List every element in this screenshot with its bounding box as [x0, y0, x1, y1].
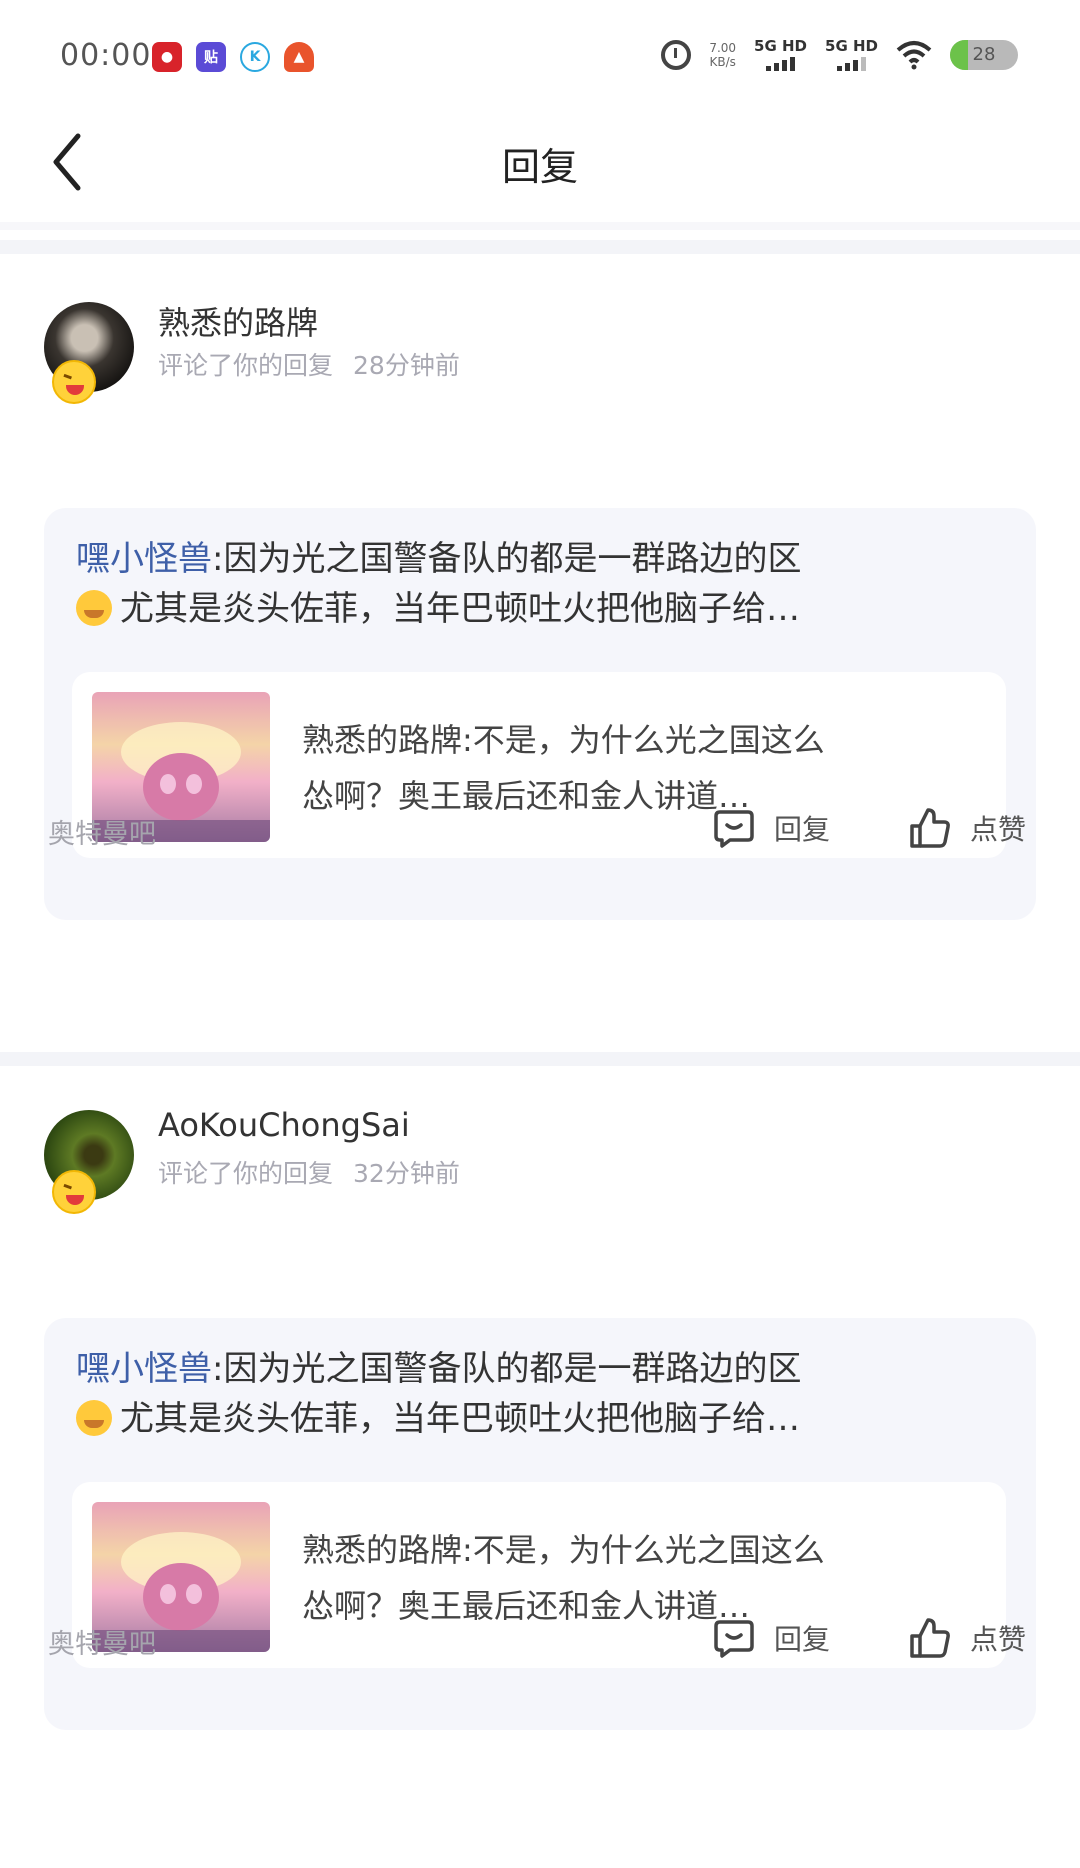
quote-author[interactable]: 嘿小怪兽 — [76, 539, 212, 579]
notification-card[interactable]: 熟悉的路牌 评论了你的回复 28分钟前 嘿小怪兽:因为光之国警备队的都是一群路边的… — [0, 254, 1080, 1050]
quote-text: 嘿小怪兽:因为光之国警备队的都是一群路边的区 尤其是炎头佐菲，当年巴顿吐火把他脑… — [76, 534, 1006, 634]
network-speed: 7.00 KB/s — [709, 41, 736, 69]
comment-meta: 评论了你的回复 32分钟前 — [158, 1154, 460, 1190]
signal-1: 5G HD — [754, 38, 807, 71]
like-label: 点赞 — [970, 1623, 1027, 1656]
page-title: 回复 — [501, 145, 578, 189]
notification-icons: ● 贴 K ▲ — [152, 42, 314, 72]
action-text: 评论了你的回复 — [158, 351, 334, 380]
like-label: 点赞 — [970, 813, 1027, 846]
username[interactable]: 熟悉的路牌 — [158, 298, 318, 344]
quote-line: :因为光之国警备队的都是一群路边的区 — [212, 1349, 802, 1389]
section-divider — [0, 240, 1080, 254]
action-text: 评论了你的回复 — [158, 1159, 334, 1188]
quote-author[interactable]: 嘿小怪兽 — [76, 1349, 212, 1389]
forum-source[interactable]: 奥特曼吧 — [48, 812, 156, 851]
network-label: 5G HD — [825, 37, 878, 55]
reply-label: 回复 — [774, 813, 831, 846]
username[interactable]: AoKouChongSai — [158, 1106, 410, 1144]
laughing-emoji-icon — [52, 1170, 96, 1214]
battery-icon: 28 — [950, 39, 1018, 70]
signal-2: 5G HD — [825, 38, 878, 71]
like-button[interactable]: 点赞 — [908, 806, 1026, 850]
quote-line: 尤其是炎头佐菲，当年巴顿吐火把他脑子给… — [120, 589, 800, 629]
comment-icon — [714, 1620, 754, 1658]
alarm-icon — [661, 39, 692, 70]
original-post-text: 熟悉的路牌:不是，为什么光之国这么 怂啊？奥王最后还和金人讲道… — [302, 1522, 962, 1634]
network-label: 5G HD — [754, 37, 808, 55]
notification-card[interactable]: AoKouChongSai 评论了你的回复 32分钟前 嘿小怪兽:因为光之国警备队… — [0, 1066, 1080, 1862]
thumbs-up-icon — [910, 808, 950, 848]
thumbs-up-icon — [910, 1618, 950, 1658]
post-line: 怂啊？奥王最后还和金人讲道… — [302, 1587, 751, 1625]
timestamp: 32分钟前 — [353, 1159, 460, 1188]
tieba-icon: 贴 — [196, 42, 226, 72]
quoted-reply[interactable]: 嘿小怪兽:因为光之国警备队的都是一群路边的区 尤其是炎头佐菲，当年巴顿吐火把他脑… — [44, 508, 1036, 920]
comment-icon — [714, 810, 754, 848]
post-line: 熟悉的路牌:不是，为什么光之国这么 — [302, 721, 825, 759]
quote-line: 尤其是炎头佐菲，当年巴顿吐火把他脑子给… — [120, 1399, 800, 1439]
wifi-icon — [896, 40, 932, 69]
speed-value: 7.00 — [709, 40, 737, 55]
original-post-text: 熟悉的路牌:不是，为什么光之国这么 怂啊？奥王最后还和金人讲道… — [302, 712, 962, 824]
k-app-icon: K — [240, 42, 270, 72]
game-app-icon: ▲ — [284, 42, 314, 72]
laughing-emoji-icon — [52, 360, 96, 404]
timestamp: 28分钟前 — [353, 351, 460, 380]
post-line: 熟悉的路牌:不是，为什么光之国这么 — [302, 1531, 825, 1569]
quoted-reply[interactable]: 嘿小怪兽:因为光之国警备队的都是一群路边的区 尤其是炎头佐菲，当年巴顿吐火把他脑… — [44, 1318, 1036, 1730]
reply-button[interactable]: 回复 — [712, 806, 830, 850]
speed-unit: KB/s — [709, 54, 736, 69]
reply-label: 回复 — [774, 1623, 831, 1656]
status-bar: 00:00 ● 贴 K ▲ 7.00 KB/s 5G HD 5G HD 28 — [0, 0, 1080, 110]
battery-level: 28 — [972, 43, 996, 65]
original-post[interactable]: 熟悉的路牌:不是，为什么光之国这么 怂啊？奥王最后还和金人讲道… — [72, 1482, 1006, 1668]
divider — [0, 222, 1080, 230]
smile-emoji-icon — [76, 590, 112, 626]
post-line: 怂啊？奥王最后还和金人讲道… — [302, 777, 751, 815]
original-post[interactable]: 熟悉的路牌:不是，为什么光之国这么 怂啊？奥王最后还和金人讲道… — [72, 672, 1006, 858]
signal-bars-icon — [766, 57, 796, 71]
forum-source[interactable]: 奥特曼吧 — [48, 1622, 156, 1661]
title-bar: 回复 — [0, 110, 1080, 222]
clock: 00:00 — [60, 38, 152, 73]
app-red-icon: ● — [152, 42, 182, 72]
like-button[interactable]: 点赞 — [908, 1616, 1026, 1660]
section-divider — [0, 1052, 1080, 1066]
quote-line: :因为光之国警备队的都是一群路边的区 — [212, 539, 802, 579]
quote-text: 嘿小怪兽:因为光之国警备队的都是一群路边的区 尤其是炎头佐菲，当年巴顿吐火把他脑… — [76, 1344, 1006, 1444]
smile-emoji-icon — [76, 1400, 112, 1436]
signal-bars-icon — [837, 57, 866, 71]
reply-button[interactable]: 回复 — [712, 1616, 830, 1660]
comment-meta: 评论了你的回复 28分钟前 — [158, 346, 460, 382]
